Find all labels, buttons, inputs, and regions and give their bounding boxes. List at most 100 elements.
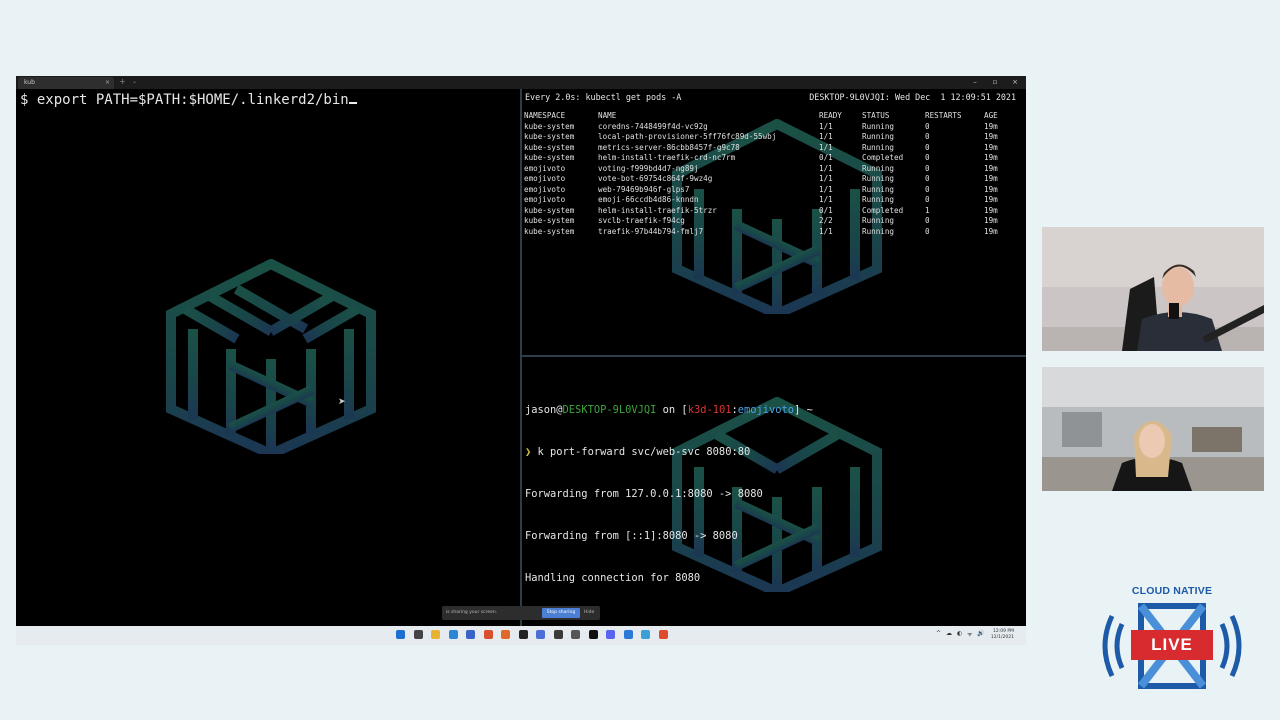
guest-video-image <box>1042 367 1264 491</box>
taskbar-app-icon[interactable] <box>606 630 615 639</box>
host-video-image <box>1042 227 1264 351</box>
taskbar-app-icon[interactable] <box>553 630 563 639</box>
col-status: STATUS <box>862 111 890 120</box>
pod-cell-restarts: 0 <box>925 153 930 162</box>
tab-title: kub <box>24 79 35 86</box>
pod-row: kube-system helm-install-traefik-5trzr 0/1… <box>524 206 1014 217</box>
taskbar-app-icon[interactable] <box>448 630 458 639</box>
pod-cell-namespace: kube-system <box>524 226 575 236</box>
pod-cell-restarts: 0 <box>925 121 930 131</box>
taskbar-app-icon[interactable] <box>588 630 598 639</box>
prompt-on: on <box>656 404 682 416</box>
pod-cell-ready: 1/1 <box>819 226 833 236</box>
maximize-button[interactable]: ▫ <box>988 76 1002 88</box>
pod-cell-age: 19m <box>984 121 998 131</box>
windows-taskbar: ^ ☁ ◐ ᯤ 🔊 12:09 PM 12/1/2021 <box>16 626 1026 645</box>
output-line: Forwarding from [::1]:8080 -> 8080 <box>525 530 738 542</box>
taskbar-app-icon[interactable] <box>431 630 440 639</box>
pod-cell-restarts: 0 <box>925 226 930 236</box>
taskbar-app-icon[interactable] <box>536 630 545 639</box>
terminal-pane-top-right[interactable]: Every 2.0s: kubectl get pods -A DESKTOP-… <box>522 89 1026 355</box>
minimize-button[interactable]: – <box>968 76 982 88</box>
hide-notification-button[interactable]: Hide <box>584 610 594 615</box>
pod-cell-restarts: 0 <box>925 142 930 152</box>
pod-cell-ready: 1/1 <box>819 184 833 194</box>
wifi-icon[interactable]: ᯤ <box>967 630 972 638</box>
prompt-k8s-context: k3d-101 <box>687 404 732 416</box>
cloud-native-title: CLOUD NATIVE <box>1131 585 1213 597</box>
col-ready: READY <box>819 111 842 120</box>
pod-row: kube-system helm-install-traefik-crd-nc7r… <box>524 153 1014 164</box>
taskbar-app-icon[interactable] <box>641 630 650 639</box>
new-tab-button[interactable]: + <box>119 76 126 88</box>
pod-cell-status: Running <box>862 142 895 152</box>
pod-cell-status: Completed <box>862 153 904 162</box>
pod-cell-age: 19m <box>984 216 998 225</box>
left-command-line[interactable]: $ export PATH=$PATH:$HOME/.linkerd2/bin <box>20 92 357 108</box>
pod-cell-age: 19m <box>984 142 998 152</box>
taskbar-app-icon[interactable] <box>623 630 633 639</box>
pod-cell-name: voting-f999bd4d7-ng89j <box>598 163 699 173</box>
pod-cell-age: 19m <box>984 153 998 162</box>
pod-cell-name: metrics-server-86cbb8457f-g9c78 <box>598 142 740 152</box>
pod-cell-name: coredns-7448499f4d-vc92g <box>598 121 708 131</box>
onedrive-icon[interactable]: ☁ <box>946 630 952 637</box>
pods-table-body: kube-system coredns-7448499f4d-vc92g 1/1 Ru… <box>524 122 1014 238</box>
linkerd-logo-watermark <box>166 259 376 454</box>
prompt-host: DESKTOP-9L0VJQI <box>562 404 657 416</box>
pod-row: kube-system svclb-traefik-f94cg 2/2 Running… <box>524 216 1014 227</box>
pod-cell-name: vote-bot-69754c864f-9wz4g <box>598 174 713 183</box>
taskbar-clock[interactable]: 12:09 PM 12/1/2021 <box>991 629 1014 641</box>
pod-cell-namespace: emojivoto <box>524 195 566 204</box>
display-icon[interactable]: ◐ <box>957 630 962 637</box>
mouse-pointer-icon: ➤ <box>338 397 346 407</box>
pod-row: kube-system metrics-server-86cbb8457f-g9c… <box>524 143 1014 154</box>
watch-host-timestamp: DESKTOP-9L0VJQI: Wed Dec 1 12:09:51 2021 <box>809 92 1016 102</box>
pod-cell-status: Running <box>862 216 895 225</box>
taskbar-app-icon[interactable] <box>501 630 510 639</box>
pod-row: kube-system local-path-provisioner-5ff76f… <box>524 132 1014 143</box>
pod-cell-restarts: 0 <box>925 184 930 194</box>
pod-cell-namespace: emojivoto <box>524 174 566 183</box>
pod-cell-age: 19m <box>984 174 998 183</box>
terminal-pane-bottom-right[interactable]: jason@DESKTOP-9L0VJQI on [k3d-101:emojiv… <box>522 357 1026 626</box>
pod-row: emojivoto web-79469b946f-glps7 1/1 Running 0… <box>524 185 1014 196</box>
pod-cell-restarts: 0 <box>925 163 930 173</box>
tray-overflow-icon[interactable]: ^ <box>936 630 941 637</box>
tab-close-icon[interactable]: × <box>105 77 110 89</box>
pod-cell-ready: 2/2 <box>819 216 833 225</box>
pod-row: kube-system coredns-7448499f4d-vc92g 1/1 Ru… <box>524 122 1014 133</box>
webcam-feed-host <box>1042 227 1264 351</box>
pod-cell-namespace: emojivoto <box>524 184 566 194</box>
output-line: Handling connection for 8080 <box>525 572 701 584</box>
volume-icon[interactable]: 🔊 <box>977 630 984 637</box>
taskbar-app-icon[interactable] <box>466 630 475 639</box>
pod-row: emojivoto voting-f999bd4d7-ng89j 1/1 Runnin… <box>524 164 1014 175</box>
taskbar-app-icon[interactable] <box>483 630 493 639</box>
clock-date: 12/1/2021 <box>990 635 1014 640</box>
taskbar-app-icon[interactable] <box>396 630 405 639</box>
pods-table-header: NAMESPACE NAME READY STATUS RESTARTS AGE <box>524 111 1014 122</box>
tab-dropdown-icon[interactable]: ⌄ <box>132 76 137 88</box>
pod-row: emojivoto emoji-66ccdb4d86-knndn 1/1 Runnin… <box>524 195 1014 206</box>
pod-cell-namespace: kube-system <box>524 121 575 131</box>
taskbar-app-icon[interactable] <box>518 630 528 639</box>
close-button[interactable]: × <box>1008 76 1022 88</box>
pod-cell-namespace: kube-system <box>524 142 575 152</box>
terminal-pane-left[interactable]: $ export PATH=$PATH:$HOME/.linkerd2/bin … <box>16 89 520 626</box>
taskbar-app-icon[interactable] <box>571 630 580 639</box>
col-restarts: RESTARTS <box>925 111 962 120</box>
pod-cell-namespace: emojivoto <box>524 163 566 173</box>
live-badge: LIVE <box>1131 630 1213 660</box>
pod-cell-restarts: 0 <box>925 195 930 204</box>
stop-sharing-button[interactable]: Stop sharing <box>542 608 580 618</box>
taskbar-app-icon[interactable] <box>658 630 668 639</box>
pod-cell-ready: 0/1 <box>819 153 833 162</box>
prompt-cwd: ~ <box>800 404 813 416</box>
prompt-user: jason <box>525 404 557 416</box>
taskbar-app-icon[interactable] <box>413 630 423 639</box>
pod-cell-restarts: 0 <box>925 174 930 183</box>
terminal-tab[interactable]: kub × <box>18 77 114 89</box>
shared-screen: kub × + ⌄ – ▫ × $ export PATH=$PATH:$HOM… <box>16 76 1026 645</box>
port-forward-command: k port-forward svc/web-svc 8080:80 <box>531 446 751 458</box>
